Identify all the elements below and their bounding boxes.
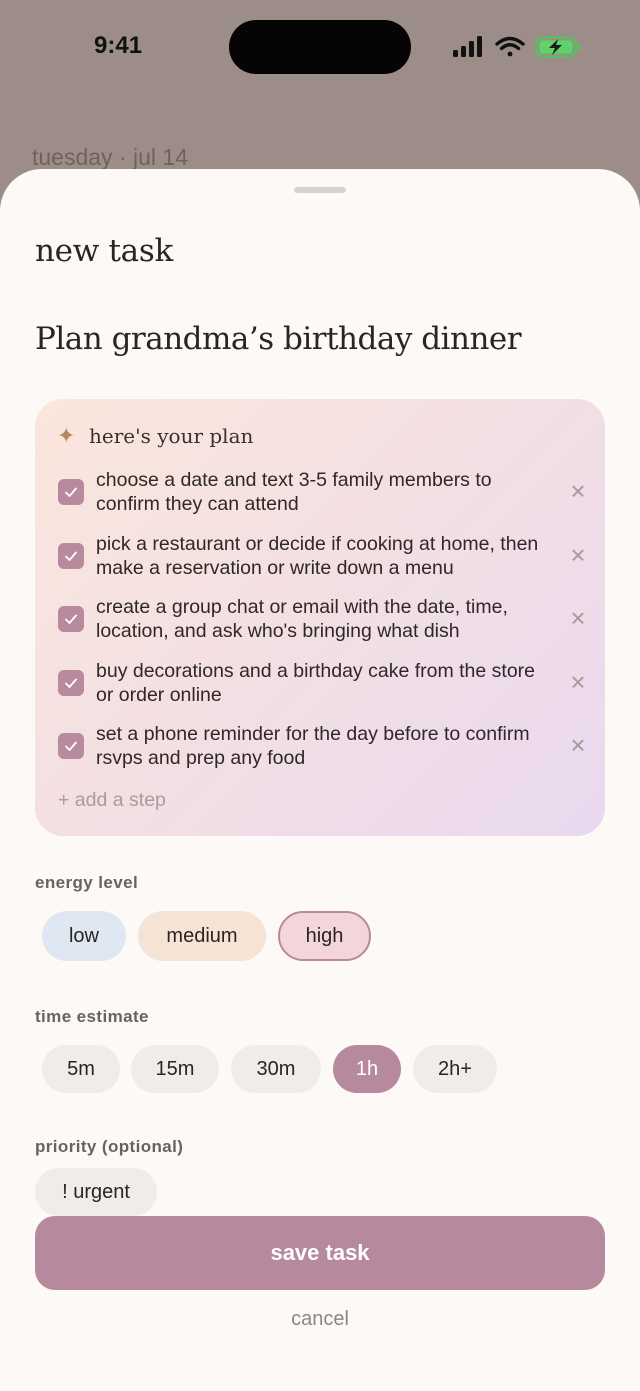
energy-medium-chip[interactable]: medium <box>138 911 266 961</box>
cellular-signal-icon <box>453 36 482 57</box>
time-2h-plus-chip[interactable]: 2h+ <box>413 1045 497 1093</box>
sheet-grabber[interactable] <box>294 187 346 193</box>
checkmark-icon <box>65 487 77 497</box>
energy-high-chip[interactable]: high <box>278 911 371 961</box>
remove-step-icon[interactable]: ✕ <box>568 734 588 759</box>
remove-step-icon[interactable]: ✕ <box>568 671 588 696</box>
remove-step-icon[interactable]: ✕ <box>568 544 588 569</box>
step-checkbox[interactable] <box>58 543 84 569</box>
time-1h-chip[interactable]: 1h <box>333 1045 401 1093</box>
step-checkbox[interactable] <box>58 733 84 759</box>
time-30m-chip[interactable]: 30m <box>231 1045 321 1093</box>
save-task-button[interactable]: save task <box>35 1216 605 1290</box>
plan-label: here's your plan <box>89 424 254 448</box>
status-time: 9:41 <box>94 32 143 59</box>
battery-charging-icon <box>535 36 580 58</box>
status-icons <box>453 36 580 58</box>
sparkle-icon: ✦ <box>57 423 76 448</box>
sheet-title: new task <box>35 233 173 269</box>
plan-header: ✦ here's your plan <box>57 423 253 449</box>
step-text[interactable]: create a group chat or email with the da… <box>96 595 556 643</box>
step-text[interactable]: choose a date and text 3-5 family member… <box>96 468 556 516</box>
urgent-chip[interactable]: ! urgent <box>35 1168 157 1216</box>
task-title-input[interactable]: Plan grandma’s birthday dinner <box>35 321 522 357</box>
time-5m-chip[interactable]: 5m <box>42 1045 120 1093</box>
plan-step: pick a restaurant or decide if cooking a… <box>58 531 588 581</box>
step-checkbox[interactable] <box>58 606 84 632</box>
new-task-sheet: new task Plan grandma’s birthday dinner … <box>0 169 640 1391</box>
checkmark-icon <box>65 678 77 688</box>
step-checkbox[interactable] <box>58 670 84 696</box>
step-text[interactable]: buy decorations and a birthday cake from… <box>96 659 556 707</box>
priority-label: priority (optional) <box>35 1137 184 1156</box>
energy-low-chip[interactable]: low <box>42 911 126 961</box>
plan-step: set a phone reminder for the day before … <box>58 721 588 771</box>
step-text[interactable]: pick a restaurant or decide if cooking a… <box>96 532 556 580</box>
checkmark-icon <box>65 741 77 751</box>
checkmark-icon <box>65 551 77 561</box>
plan-step: choose a date and text 3-5 family member… <box>58 467 588 517</box>
add-step-button[interactable]: + add a step <box>58 789 166 812</box>
energy-level-label: energy level <box>35 873 139 892</box>
background-date-label: tuesday · jul 14 <box>32 144 188 170</box>
time-15m-chip[interactable]: 15m <box>131 1045 219 1093</box>
cancel-button[interactable]: cancel <box>0 1308 640 1331</box>
plan-card: ✦ here's your plan choose a date and tex… <box>35 399 605 836</box>
remove-step-icon[interactable]: ✕ <box>568 607 588 632</box>
remove-step-icon[interactable]: ✕ <box>568 480 588 505</box>
step-checkbox[interactable] <box>58 479 84 505</box>
step-text[interactable]: set a phone reminder for the day before … <box>96 722 556 770</box>
wifi-icon <box>495 36 525 57</box>
plan-step: buy decorations and a birthday cake from… <box>58 658 588 708</box>
time-estimate-label: time estimate <box>35 1007 149 1026</box>
dynamic-island <box>229 20 411 74</box>
plan-step: create a group chat or email with the da… <box>58 594 588 644</box>
checkmark-icon <box>65 614 77 624</box>
